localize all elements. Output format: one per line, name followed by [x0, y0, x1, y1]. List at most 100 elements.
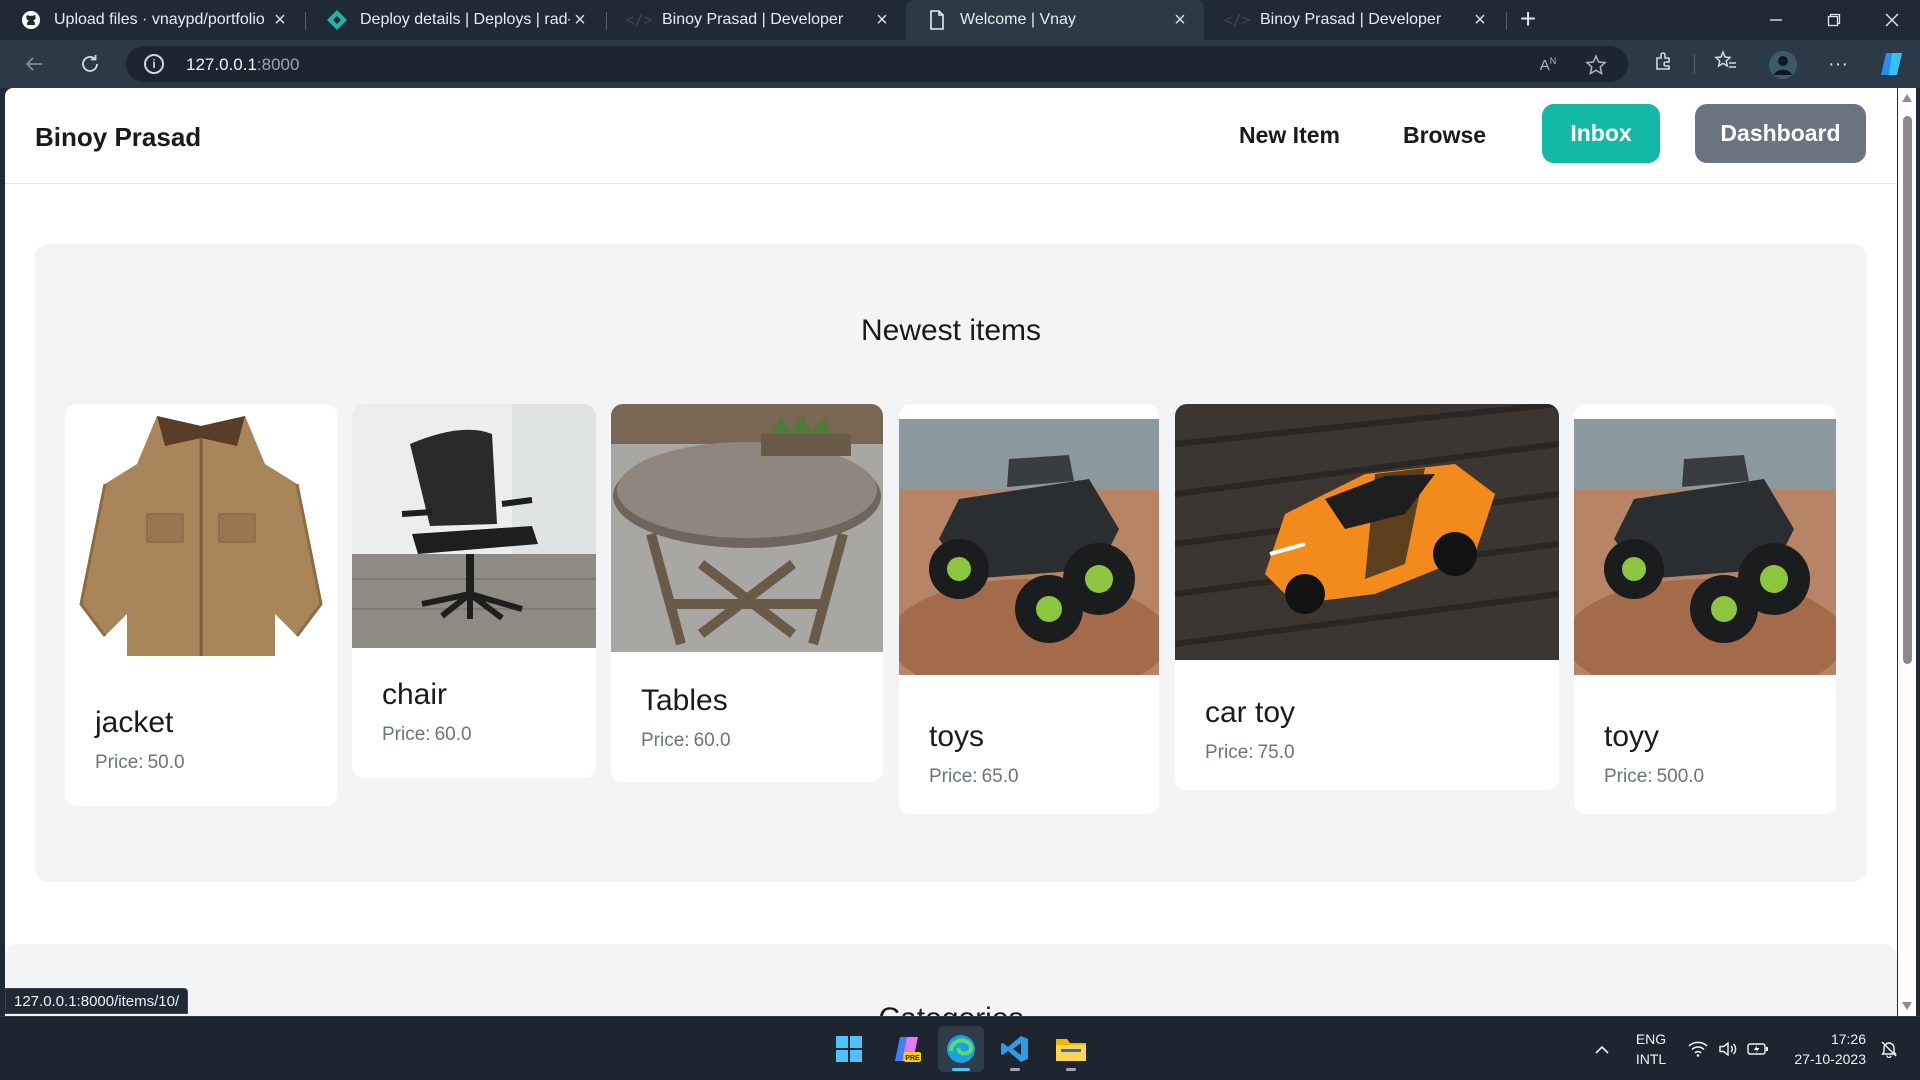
item-image-car-toy[interactable] — [1175, 404, 1559, 660]
site-navbar: Binoy Prasad New Item Browse Inbox Dashb… — [5, 88, 1897, 184]
categories-section: Categories — [5, 944, 1897, 1016]
running-app-indicator — [1010, 1068, 1020, 1071]
copilot-preview-icon[interactable]: PRE — [884, 1026, 930, 1072]
clock-time: 17:26 — [1830, 1031, 1866, 1047]
site-info-icon[interactable]: i — [144, 54, 164, 74]
url-text[interactable]: 127.0.0.1:8000 — [186, 55, 299, 75]
keyboard-layout: INTL — [1635, 1051, 1667, 1067]
file-explorer-icon[interactable] — [1048, 1026, 1094, 1072]
profile-avatar[interactable] — [1768, 50, 1797, 79]
close-tab-icon[interactable]: × — [270, 9, 290, 32]
browse-link[interactable]: Browse — [1403, 122, 1486, 149]
tab-welcome-vnay[interactable]: Welcome | Vnay × — [906, 0, 1204, 40]
categories-heading: Categories — [5, 1002, 1897, 1016]
item-price: Price: 60.0 — [382, 724, 472, 745]
close-window-icon[interactable] — [1864, 0, 1920, 40]
close-tab-icon[interactable]: × — [570, 9, 590, 32]
tab-upload-files[interactable]: Upload files · vnaypd/portfolio × — [0, 0, 304, 40]
close-tab-icon[interactable]: × — [1170, 9, 1190, 32]
scroll-up-icon[interactable] — [1902, 94, 1912, 102]
read-aloud-icon[interactable]: AN — [1536, 56, 1560, 78]
tab-separator — [1506, 12, 1507, 30]
item-name: Tables — [641, 684, 728, 717]
item-image-toyy[interactable] — [1574, 419, 1836, 675]
back-arrow-icon[interactable] — [18, 48, 50, 80]
item-image-chair[interactable] — [352, 404, 596, 648]
browser-toolbar: i 127.0.0.1:8000 AN ··· — [0, 40, 1920, 88]
svg-text:PRE: PRE — [905, 1055, 920, 1062]
battery-icon[interactable] — [1744, 1017, 1772, 1080]
item-price: Price: 50.0 — [95, 752, 185, 773]
wifi-icon[interactable] — [1684, 1017, 1712, 1080]
item-name: car toy — [1205, 696, 1296, 729]
item-card-chair[interactable]: chair Price: 60.0 — [352, 404, 596, 778]
more-options-icon[interactable]: ··· — [1824, 50, 1852, 78]
copilot-icon[interactable] — [1878, 50, 1906, 78]
tab-title: Deploy details | Deploys | rad-cri — [360, 11, 570, 28]
active-app-indicator — [952, 1068, 970, 1071]
item-image-toys[interactable] — [899, 419, 1159, 675]
item-name: jacket — [95, 706, 174, 739]
favorites-icon[interactable] — [1712, 49, 1740, 78]
favorite-star-icon[interactable] — [1584, 54, 1608, 76]
scroll-down-icon[interactable] — [1902, 1002, 1912, 1010]
browser-tab-strip: Upload files · vnaypd/portfolio × Deploy… — [0, 0, 1920, 40]
tab-deploy-details[interactable]: Deploy details | Deploys | rad-cri × — [306, 0, 604, 40]
newest-items-section: Newest items jacket Price: 50.0 chair Pr… — [35, 244, 1867, 882]
reload-icon[interactable] — [74, 48, 106, 80]
windows-taskbar: PRE ENG INTL 17:26 27-10-2023 — [0, 1016, 1920, 1080]
show-hidden-icons-icon[interactable] — [1590, 1017, 1614, 1080]
close-tab-icon[interactable]: × — [1470, 9, 1490, 32]
running-app-indicator — [1066, 1068, 1076, 1071]
tab-title: Binoy Prasad | Developer — [662, 11, 844, 28]
item-name: toyy — [1604, 720, 1660, 753]
tab-binoy-developer-1[interactable]: </> Binoy Prasad | Developer × — [608, 0, 906, 40]
item-name: toys — [929, 720, 985, 753]
item-image-jacket[interactable] — [65, 404, 337, 676]
item-card-tables[interactable]: Tables Price: 60.0 — [611, 404, 883, 782]
volume-icon[interactable] — [1714, 1017, 1742, 1080]
new-tab-icon[interactable]: + — [1512, 4, 1544, 36]
tab-separator — [606, 12, 607, 30]
extensions-icon[interactable] — [1650, 50, 1678, 78]
tab-title: Binoy Prasad | Developer — [1260, 11, 1442, 28]
tab-title: Welcome | Vnay — [960, 11, 1076, 28]
code-icon: </> — [1223, 11, 1251, 29]
page-scrollbar[interactable] — [1898, 88, 1916, 1016]
address-bar[interactable]: i 127.0.0.1:8000 AN — [126, 46, 1628, 82]
item-price: Price: 75.0 — [1205, 742, 1295, 763]
windows-start-icon[interactable] — [826, 1026, 872, 1072]
taskbar-clock[interactable]: 17:26 27-10-2023 — [1774, 1017, 1866, 1080]
page-icon — [926, 9, 948, 31]
item-price: Price: 500.0 — [1604, 766, 1705, 787]
new-item-link[interactable]: New Item — [1239, 122, 1340, 149]
item-name: chair — [382, 678, 448, 711]
tab-binoy-developer-2[interactable]: </> Binoy Prasad | Developer × — [1206, 0, 1504, 40]
toolbar-divider — [1694, 54, 1695, 74]
vscode-icon[interactable] — [992, 1026, 1038, 1072]
scrollbar-thumb[interactable] — [1903, 116, 1912, 664]
inbox-button[interactable]: Inbox — [1542, 104, 1660, 163]
link-status-bar: 127.0.0.1:8000/items/10/ — [5, 988, 189, 1014]
dashboard-button[interactable]: Dashboard — [1695, 104, 1866, 163]
edge-browser-icon[interactable] — [938, 1026, 984, 1072]
minimize-icon[interactable] — [1748, 0, 1804, 40]
item-price: Price: 65.0 — [929, 766, 1019, 787]
restore-icon[interactable] — [1806, 0, 1862, 40]
item-image-tables[interactable] — [611, 404, 883, 652]
site-brand[interactable]: Binoy Prasad — [35, 122, 201, 153]
item-card-toyy[interactable]: toyy Price: 500.0 — [1574, 404, 1836, 814]
github-icon — [20, 9, 42, 31]
close-tab-icon[interactable]: × — [872, 9, 892, 32]
code-icon: </> — [625, 11, 653, 29]
netlify-icon — [326, 9, 348, 31]
item-card-toys[interactable]: toys Price: 65.0 — [899, 404, 1159, 814]
item-price: Price: 60.0 — [641, 730, 731, 751]
tab-title: Upload files · vnaypd/portfolio — [54, 11, 265, 28]
page-viewport: Binoy Prasad New Item Browse Inbox Dashb… — [5, 88, 1897, 1016]
input-language-indicator[interactable]: ENG INTL — [1628, 1017, 1674, 1080]
item-card-car-toy[interactable]: car toy Price: 75.0 — [1175, 404, 1559, 790]
notifications-icon[interactable] — [1874, 1017, 1904, 1080]
newest-items-heading: Newest items — [860, 314, 1042, 347]
item-card-jacket[interactable]: jacket Price: 50.0 — [65, 404, 337, 806]
